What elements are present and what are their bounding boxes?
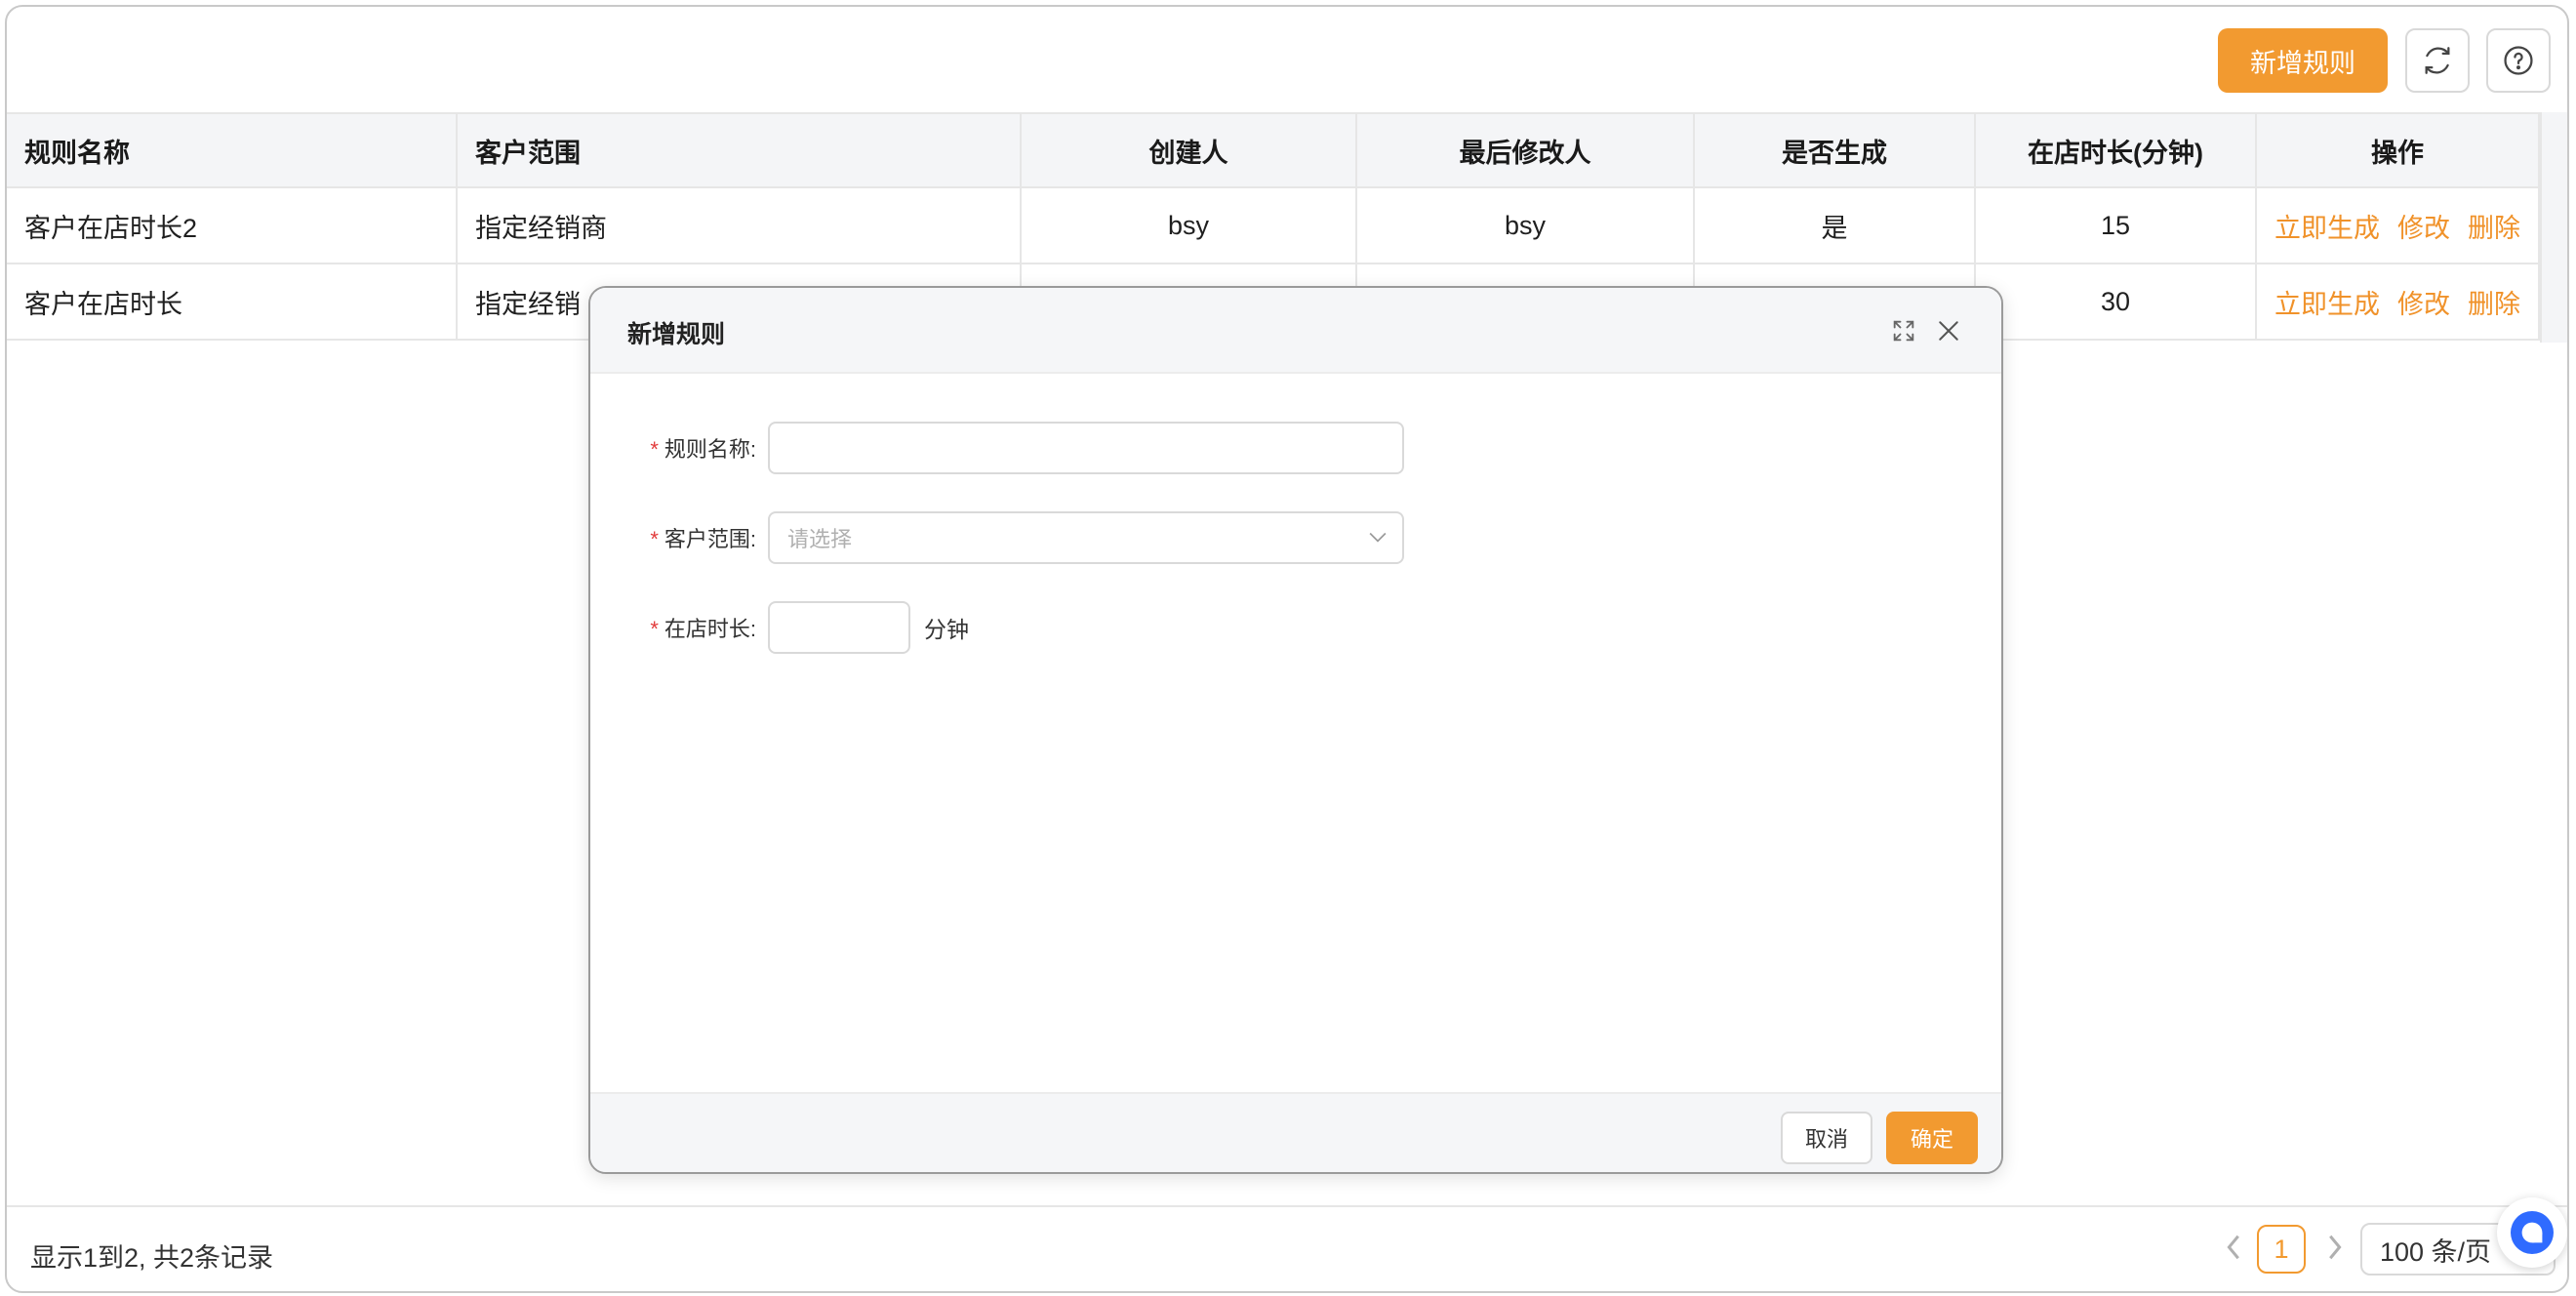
next-page-button[interactable]	[2323, 1233, 2345, 1270]
page-1-button[interactable]: 1	[2257, 1225, 2306, 1274]
customer-scope-placeholder: 请选择	[787, 527, 853, 551]
add-rule-dialog: 新增规则 * 规则名称: * 客户范围: 请选择 * 在店时长: 分钟 取消 确…	[588, 286, 2003, 1174]
generate-now-link[interactable]: 立即生成	[2274, 207, 2380, 245]
header-creator: 创建人	[1022, 114, 1357, 186]
cell-creator: bsy	[1022, 188, 1357, 263]
dialog-footer: 取消 确定	[590, 1092, 2001, 1172]
duration-unit: 分钟	[924, 617, 969, 642]
toolbar: 新增规则	[7, 7, 2567, 112]
header-customer-scope: 客户范围	[458, 114, 1022, 186]
cell-actions: 立即生成 修改 删除	[2257, 264, 2540, 339]
cancel-button[interactable]: 取消	[1781, 1112, 1872, 1164]
record-count-text: 显示1到2, 共2条记录	[30, 1243, 274, 1273]
dialog-title: 新增规则	[627, 321, 726, 348]
expand-icon	[1893, 320, 1914, 342]
header-last-modifier: 最后修改人	[1357, 114, 1695, 186]
customer-scope-row: * 客户范围: 请选择	[590, 510, 2001, 565]
header-actions: 操作	[2257, 114, 2540, 186]
chat-float-button[interactable]	[2497, 1197, 2567, 1268]
duration-input[interactable]	[768, 601, 910, 654]
add-rule-button[interactable]: 新增规则	[2218, 28, 2388, 93]
chevron-left-icon	[2227, 1235, 2239, 1260]
question-circle-icon	[2504, 46, 2533, 75]
chat-icon	[2511, 1211, 2554, 1254]
duration-row: * 在店时长: 分钟	[590, 600, 2001, 655]
close-button[interactable]	[1933, 315, 1964, 346]
close-icon	[1939, 321, 1958, 341]
rule-name-label: * 规则名称:	[650, 437, 756, 462]
customer-scope-label: * 客户范围:	[650, 527, 756, 551]
delete-link[interactable]: 删除	[2468, 207, 2520, 245]
cell-last-modifier: bsy	[1357, 188, 1695, 263]
edit-link[interactable]: 修改	[2397, 283, 2450, 321]
cell-duration: 30	[1976, 264, 2257, 339]
cell-rule-name: 客户在店时长2	[7, 188, 458, 263]
customer-scope-select[interactable]: 请选择	[768, 511, 1404, 564]
refresh-icon	[2425, 47, 2450, 74]
refresh-button[interactable]	[2405, 28, 2470, 93]
header-duration: 在店时长(分钟)	[1976, 114, 2257, 186]
cell-rule-name: 客户在店时长	[7, 264, 458, 339]
help-button[interactable]	[2486, 28, 2551, 93]
generate-now-link[interactable]: 立即生成	[2274, 283, 2380, 321]
table-footer: 显示1到2, 共2条记录 1 100 条/页	[7, 1205, 2567, 1291]
header-generated: 是否生成	[1695, 114, 1976, 186]
duration-label: * 在店时长:	[650, 617, 756, 641]
app-frame: 新增规则 规则名称 客户范围 创建人 最后修改人 是否生成 在店时长(分钟) 操…	[5, 5, 2569, 1293]
rule-name-row: * 规则名称:	[590, 421, 2001, 475]
table-header-row: 规则名称 客户范围 创建人 最后修改人 是否生成 在店时长(分钟) 操作	[7, 112, 2540, 188]
expand-button[interactable]	[1888, 315, 1919, 346]
header-rule-name: 规则名称	[7, 114, 458, 186]
chevron-down-icon	[1369, 532, 1387, 543]
chevron-right-icon	[2329, 1235, 2342, 1260]
cell-generated: 是	[1695, 188, 1976, 263]
rule-name-input[interactable]	[768, 422, 1404, 474]
table-row: 客户在店时长2 指定经销商 bsy bsy 是 15 立即生成 修改 删除	[7, 188, 2540, 264]
cell-actions: 立即生成 修改 删除	[2257, 188, 2540, 263]
prev-page-button[interactable]	[2224, 1233, 2245, 1270]
confirm-button[interactable]: 确定	[1886, 1112, 1978, 1164]
table-scrollbar-gutter	[2540, 112, 2567, 343]
delete-link[interactable]: 删除	[2468, 283, 2520, 321]
cell-customer-scope: 指定经销商	[458, 188, 1022, 263]
dialog-header: 新增规则	[590, 288, 2001, 374]
edit-link[interactable]: 修改	[2397, 207, 2450, 245]
cell-duration: 15	[1976, 188, 2257, 263]
